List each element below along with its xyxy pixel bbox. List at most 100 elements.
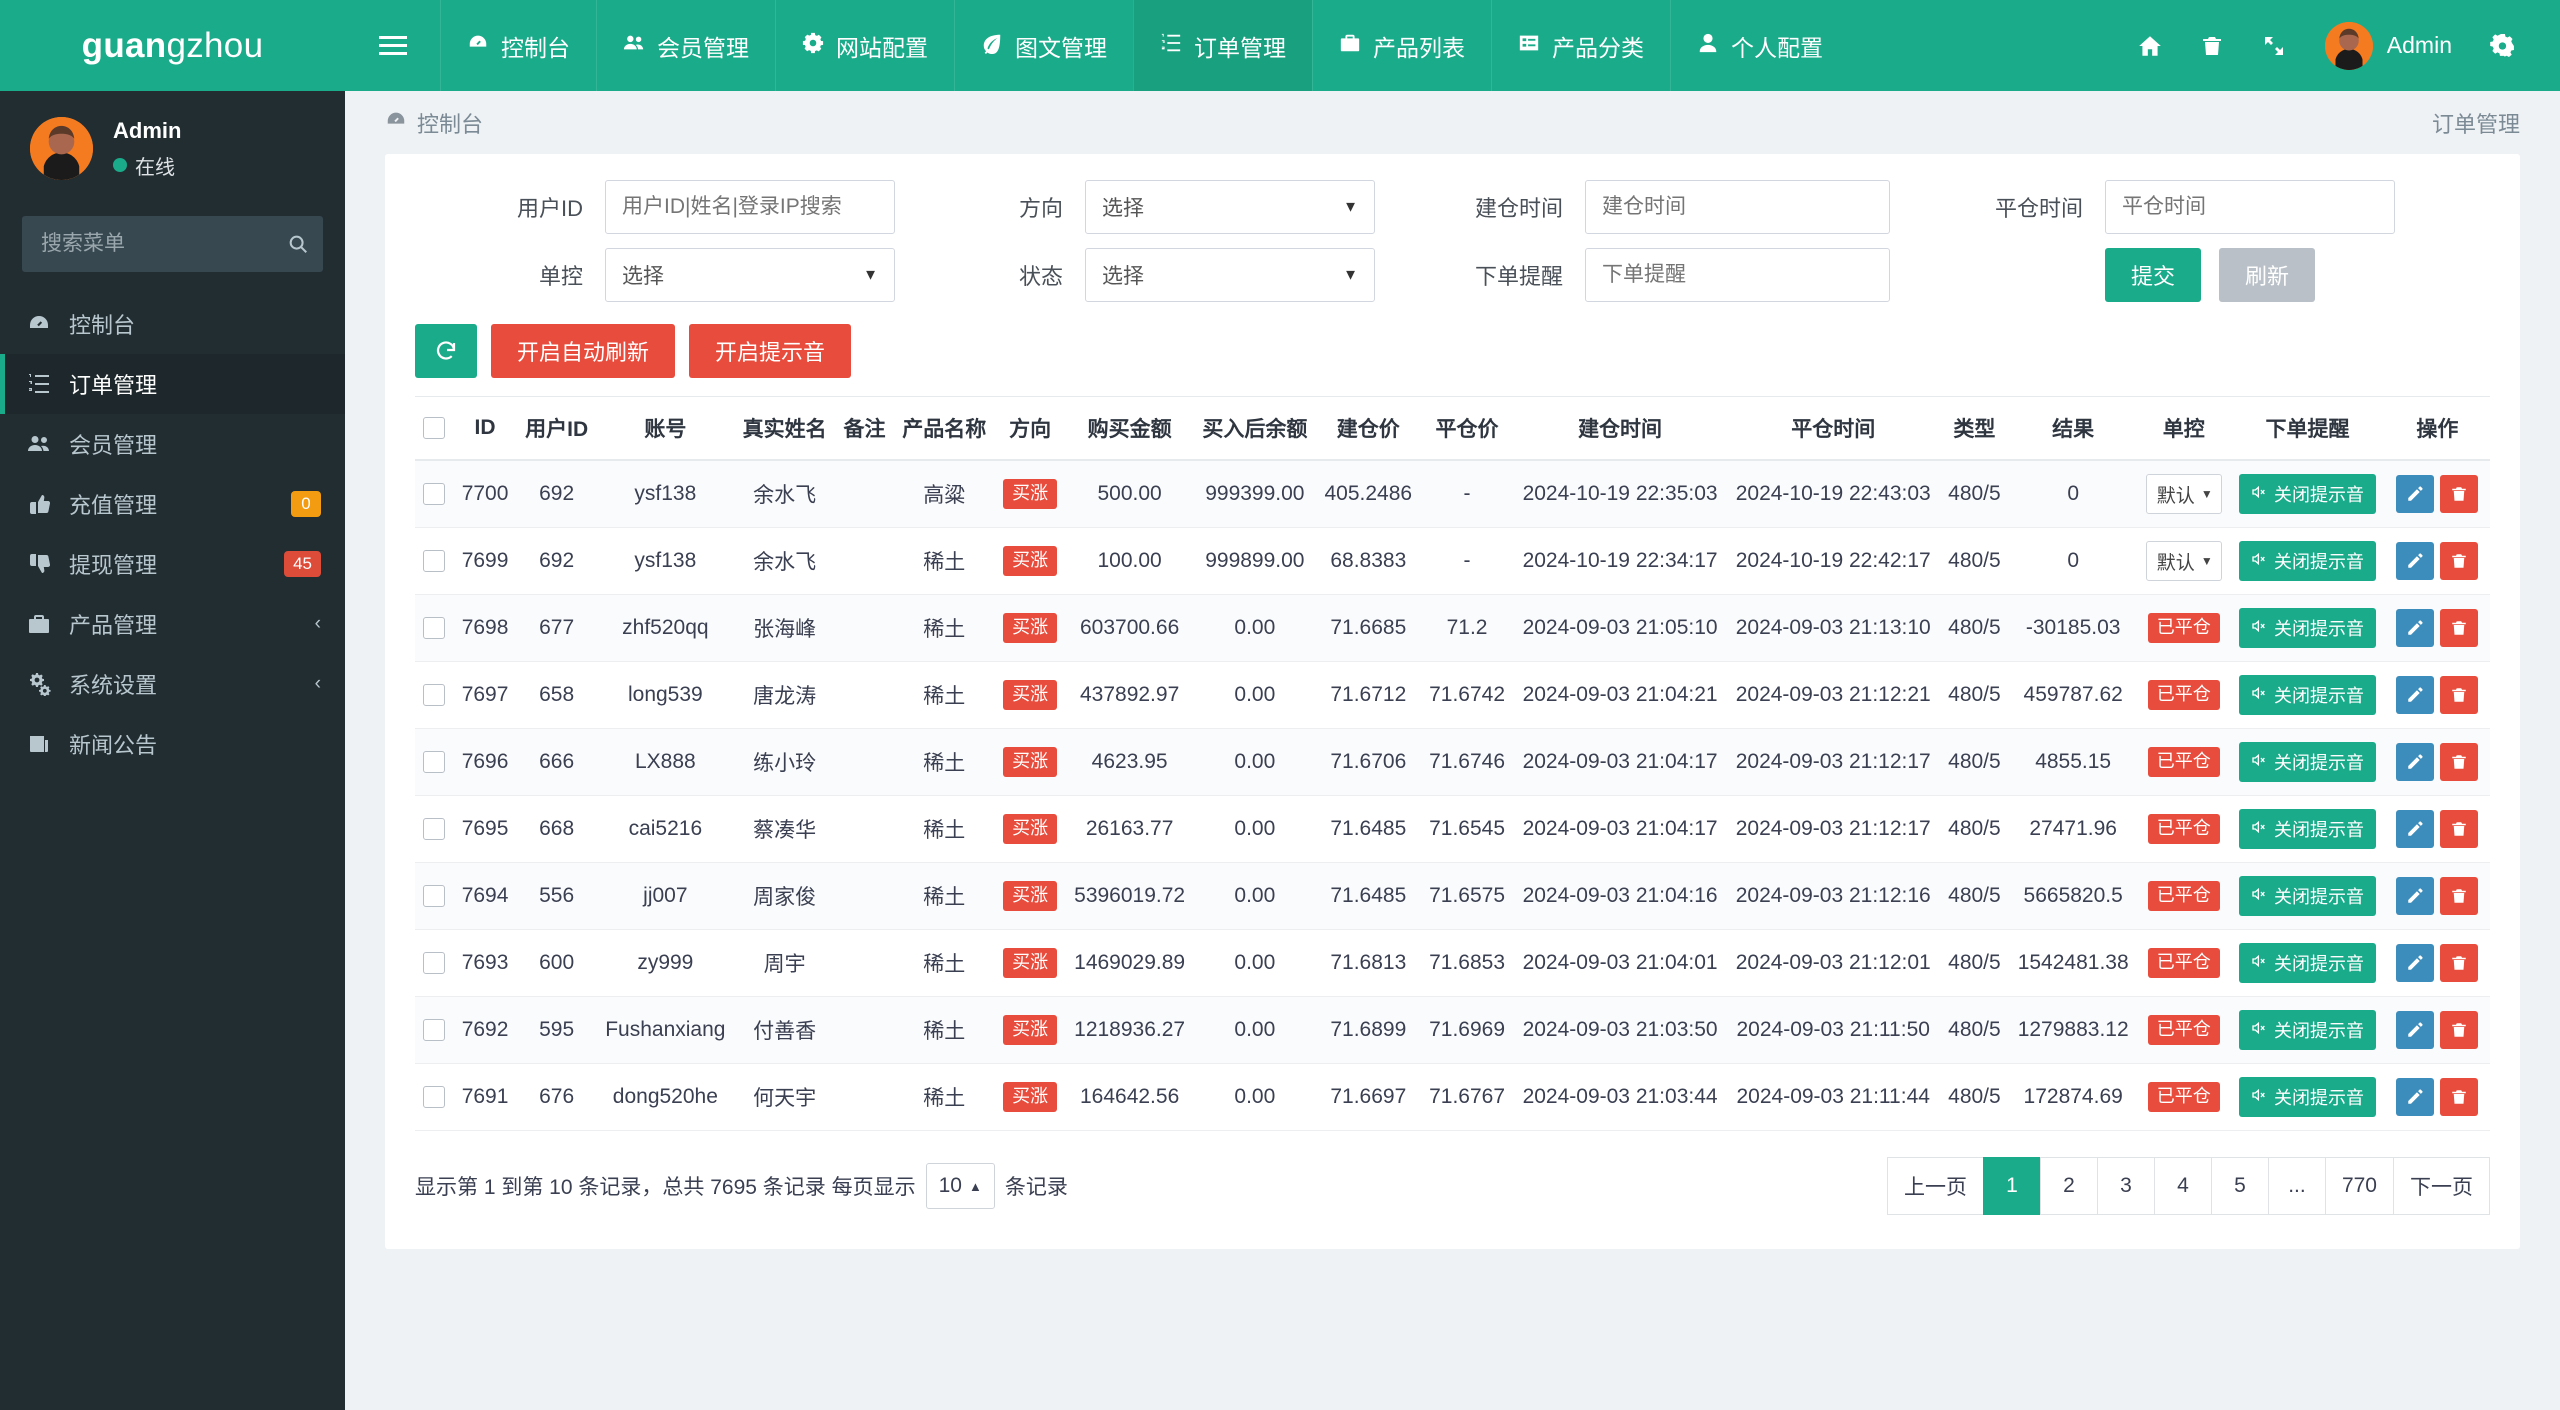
close-sound-button[interactable]: 关闭提示音 — [2239, 474, 2377, 514]
row-checkbox-cell[interactable] — [415, 527, 454, 595]
cell-actions[interactable] — [2384, 929, 2490, 997]
search-icon[interactable] — [287, 233, 309, 255]
delete-row-button[interactable] — [2440, 810, 2479, 848]
cell-order-alert[interactable]: 关闭提示音 — [2230, 460, 2385, 528]
row-checkbox[interactable] — [423, 684, 446, 707]
delete-row-button[interactable] — [2440, 944, 2479, 982]
cell-actions[interactable] — [2384, 862, 2490, 930]
row-single-control-select[interactable]: 默认 ▼ — [2145, 541, 2222, 581]
cell-actions[interactable] — [2384, 795, 2490, 863]
nav-item-6[interactable]: 产品分类 — [1491, 0, 1670, 91]
cell-single-control[interactable]: 已平仓 — [2137, 728, 2231, 796]
cell-single-control[interactable]: 默认 ▼ — [2137, 460, 2231, 528]
refresh-icon[interactable] — [415, 324, 477, 378]
edit-row-button[interactable] — [2396, 1078, 2435, 1116]
row-checkbox[interactable] — [423, 1086, 446, 1109]
close-sound-button[interactable]: 关闭提示音 — [2239, 541, 2377, 581]
hamburger-icon[interactable] — [345, 0, 440, 91]
cell-actions[interactable] — [2384, 996, 2490, 1064]
delete-row-button[interactable] — [2440, 877, 2479, 915]
user-id-input[interactable] — [605, 180, 895, 234]
cell-single-control[interactable]: 已平仓 — [2137, 862, 2231, 930]
nav-item-2[interactable]: 网站配置 — [775, 0, 954, 91]
pagination-page-5[interactable]: 5 — [2210, 1157, 2269, 1215]
close-time-input[interactable] — [2105, 180, 2395, 234]
pagination-prev[interactable]: 上一页 — [1886, 1157, 1984, 1215]
row-checkbox[interactable] — [423, 483, 446, 506]
row-checkbox-cell[interactable] — [415, 661, 454, 729]
row-checkbox[interactable] — [423, 617, 446, 640]
edit-row-button[interactable] — [2396, 944, 2435, 982]
nav-item-5[interactable]: 产品列表 — [1312, 0, 1491, 91]
select-all-header[interactable] — [415, 396, 454, 461]
pagination-page-4[interactable]: 4 — [2153, 1157, 2212, 1215]
pagination-next[interactable]: 下一页 — [2393, 1157, 2490, 1215]
row-checkbox-cell[interactable] — [415, 929, 454, 997]
cell-actions[interactable] — [2384, 728, 2490, 796]
cell-order-alert[interactable]: 关闭提示音 — [2230, 929, 2385, 997]
cell-single-control[interactable]: 默认 ▼ — [2137, 527, 2231, 595]
pagination-page-1[interactable]: 1 — [1982, 1157, 2041, 1215]
brand-logo[interactable]: guan gzhou — [0, 0, 345, 91]
cell-single-control[interactable]: 已平仓 — [2137, 929, 2231, 997]
delete-row-button[interactable] — [2440, 743, 2479, 781]
nav-item-3[interactable]: 图文管理 — [954, 0, 1133, 91]
delete-row-button[interactable] — [2440, 676, 2479, 714]
pagination-page-...[interactable]: ... — [2267, 1157, 2326, 1215]
expand-icon[interactable] — [2243, 0, 2305, 91]
row-single-control-select[interactable]: 默认 ▼ — [2145, 474, 2222, 514]
sidebar-item-3[interactable]: 充值管理 0 — [0, 474, 345, 534]
edit-row-button[interactable] — [2396, 676, 2435, 714]
edit-row-button[interactable] — [2396, 609, 2435, 647]
close-sound-button[interactable]: 关闭提示音 — [2239, 876, 2377, 916]
cell-single-control[interactable]: 已平仓 — [2137, 1063, 2231, 1131]
cell-order-alert[interactable]: 关闭提示音 — [2230, 996, 2385, 1064]
nav-item-0[interactable]: 控制台 — [440, 0, 596, 91]
trash-icon[interactable] — [2181, 0, 2243, 91]
sidebar-item-1[interactable]: 订单管理 — [0, 354, 345, 414]
row-checkbox-cell[interactable] — [415, 795, 454, 863]
row-checkbox[interactable] — [423, 1019, 446, 1042]
edit-row-button[interactable] — [2396, 743, 2435, 781]
pagination-page-2[interactable]: 2 — [2039, 1157, 2098, 1215]
nav-item-7[interactable]: 个人配置 — [1670, 0, 1849, 91]
cell-single-control[interactable]: 已平仓 — [2137, 594, 2231, 662]
search-input[interactable] — [22, 216, 323, 272]
navbar-user[interactable]: Admin — [2305, 21, 2472, 70]
reset-button[interactable]: 刷新 — [2219, 248, 2316, 302]
open-time-input[interactable] — [1585, 180, 1890, 234]
close-sound-button[interactable]: 关闭提示音 — [2239, 675, 2377, 715]
sidebar-item-5[interactable]: 产品管理 ‹ — [0, 594, 345, 654]
page-size-select[interactable]: 10 ▲ — [925, 1163, 995, 1209]
cell-actions[interactable] — [2384, 661, 2490, 729]
delete-row-button[interactable] — [2440, 1011, 2479, 1049]
row-checkbox[interactable] — [423, 550, 446, 573]
cell-order-alert[interactable]: 关闭提示音 — [2230, 594, 2385, 662]
nav-item-4[interactable]: 订单管理 — [1133, 0, 1312, 91]
row-checkbox-cell[interactable] — [415, 862, 454, 930]
row-checkbox[interactable] — [423, 751, 446, 774]
edit-row-button[interactable] — [2396, 1011, 2435, 1049]
pagination-page-770[interactable]: 770 — [2324, 1157, 2394, 1215]
cell-actions[interactable] — [2384, 1063, 2490, 1131]
nav-item-1[interactable]: 会员管理 — [596, 0, 775, 91]
pagination-page-3[interactable]: 3 — [2096, 1157, 2155, 1215]
row-checkbox[interactable] — [423, 952, 446, 975]
auto-refresh-button[interactable]: 开启自动刷新 — [491, 324, 676, 378]
delete-row-button[interactable] — [2440, 1078, 2479, 1116]
select-all-checkbox[interactable] — [423, 417, 446, 440]
sidebar-item-4[interactable]: 提现管理 45 — [0, 534, 345, 594]
order-alert-input[interactable] — [1585, 248, 1890, 302]
sidebar-item-0[interactable]: 控制台 — [0, 294, 345, 354]
single-control-select[interactable]: 选择 ▼ — [605, 248, 895, 302]
cell-single-control[interactable]: 已平仓 — [2137, 795, 2231, 863]
row-checkbox[interactable] — [423, 885, 446, 908]
edit-row-button[interactable] — [2396, 542, 2435, 580]
cogs-icon[interactable] — [2472, 0, 2534, 91]
cell-order-alert[interactable]: 关闭提示音 — [2230, 661, 2385, 729]
cell-single-control[interactable]: 已平仓 — [2137, 996, 2231, 1064]
edit-row-button[interactable] — [2396, 475, 2435, 513]
sound-alert-button[interactable]: 开启提示音 — [689, 324, 852, 378]
cell-actions[interactable] — [2384, 460, 2490, 528]
cell-actions[interactable] — [2384, 594, 2490, 662]
